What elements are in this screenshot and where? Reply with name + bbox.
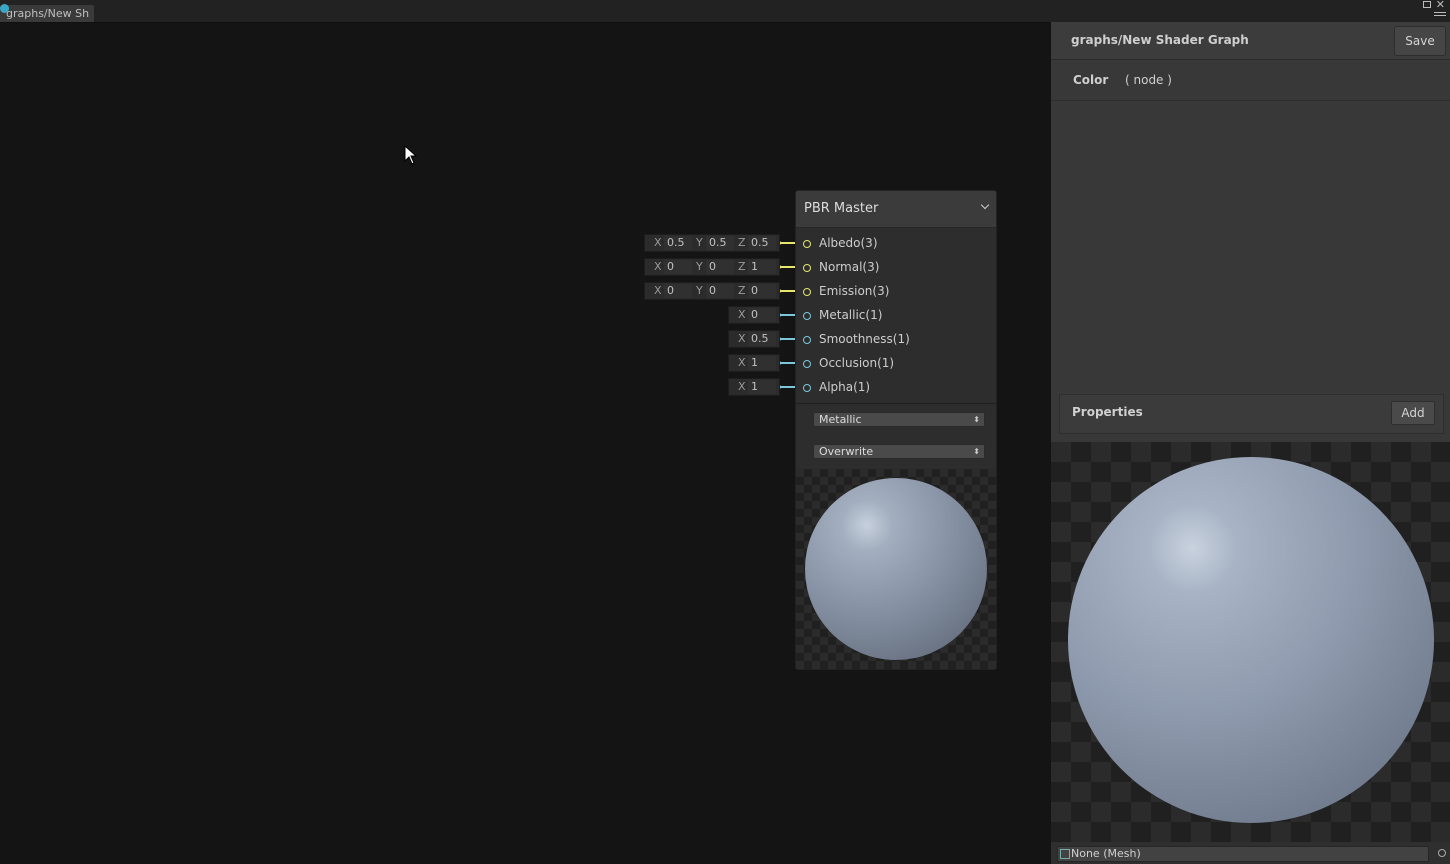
- graph-inspector: graphs/New Shader Graph Save Color ( nod…: [1051, 22, 1450, 864]
- port-label: Normal(3): [819, 260, 880, 274]
- selected-node-name: Color: [1073, 73, 1109, 87]
- mesh-icon: [1060, 849, 1070, 859]
- component-field[interactable]: Y 0.5: [696, 235, 734, 251]
- port-label: Emission(3): [819, 284, 890, 298]
- preview-sphere: [1068, 457, 1434, 823]
- node-header[interactable]: PBR Master: [796, 191, 996, 228]
- component-value[interactable]: 0: [748, 308, 776, 322]
- component-field[interactable]: X1: [738, 379, 776, 395]
- window-menu-icon[interactable]: [1434, 10, 1446, 20]
- component-value[interactable]: 1: [748, 356, 776, 370]
- dropdown-arrows-icon: ⬍: [973, 447, 980, 456]
- preview-mesh-field[interactable]: None (Mesh): [1057, 846, 1429, 862]
- properties-label: Properties: [1072, 405, 1143, 419]
- component-label: Y: [696, 284, 703, 297]
- port-connector[interactable]: [803, 360, 811, 368]
- port-label: Smoothness(1): [819, 332, 910, 346]
- add-property-button[interactable]: Add: [1391, 401, 1435, 425]
- component-label: X: [654, 260, 662, 273]
- port-default-value[interactable]: X0Y0Z1: [644, 258, 780, 276]
- component-field[interactable]: X 0.5: [654, 235, 692, 251]
- port-default-value[interactable]: X 0.5 Y 0.5 Z 0.5: [644, 234, 780, 252]
- chevron-down-icon[interactable]: [980, 200, 990, 210]
- inspector-header: graphs/New Shader Graph Save: [1051, 22, 1450, 60]
- component-value[interactable]: 1: [748, 260, 776, 274]
- save-button[interactable]: Save: [1394, 26, 1446, 56]
- component-value[interactable]: 0.5: [706, 236, 734, 250]
- component-field[interactable]: X0: [654, 283, 692, 299]
- dropdown-arrows-icon: ⬍: [973, 415, 980, 424]
- component-field[interactable]: X0: [654, 259, 692, 275]
- component-value[interactable]: 0: [664, 260, 692, 274]
- port-default-value[interactable]: X1: [728, 354, 780, 372]
- node-title: PBR Master: [804, 201, 879, 216]
- title-bar: graphs/New Sh ✕: [0, 0, 1450, 23]
- component-label: X: [738, 308, 746, 321]
- component-label: X: [738, 380, 746, 393]
- component-field[interactable]: Z1: [738, 259, 776, 275]
- component-label: Y: [696, 260, 703, 273]
- component-value[interactable]: 0.5: [748, 236, 776, 250]
- preview-sphere: [805, 478, 987, 660]
- component-field[interactable]: Y0: [696, 283, 734, 299]
- preview-mesh-bar: None (Mesh): [1051, 842, 1450, 864]
- component-value[interactable]: 0: [664, 284, 692, 298]
- component-label: X: [654, 236, 662, 249]
- workflow-dropdown-value: Metallic: [819, 413, 862, 426]
- port-label: Alpha(1): [819, 380, 871, 394]
- component-field[interactable]: Z0: [738, 283, 776, 299]
- component-label: X: [654, 284, 662, 297]
- component-value[interactable]: 0: [706, 284, 734, 298]
- graph-path-title: graphs/New Shader Graph: [1071, 33, 1249, 47]
- port-default-value[interactable]: X0: [728, 306, 780, 324]
- component-label: X: [738, 356, 746, 369]
- port-label: Albedo(3): [819, 236, 878, 250]
- component-label: Z: [738, 260, 746, 273]
- shader-graph-icon: [0, 4, 9, 13]
- port-connector[interactable]: [803, 240, 811, 248]
- component-label: Y: [696, 236, 703, 249]
- port-label: Metallic(1): [819, 308, 883, 322]
- component-value[interactable]: 0: [748, 284, 776, 298]
- component-field[interactable]: X1: [738, 355, 776, 371]
- port-connector[interactable]: [803, 288, 811, 296]
- master-preview[interactable]: [1051, 442, 1450, 842]
- selected-node-type: ( node ): [1125, 73, 1172, 87]
- component-label: X: [738, 332, 746, 345]
- pbr-master-node[interactable]: PBR Master Albedo(3) Normal(3) Emission(3)…: [795, 190, 997, 670]
- port-connector[interactable]: [803, 336, 811, 344]
- surface-dropdown-value: Overwrite: [819, 445, 874, 458]
- editor-tab[interactable]: graphs/New Sh: [0, 5, 95, 22]
- maximize-icon[interactable]: [1423, 1, 1431, 8]
- port-default-value[interactable]: X0Y0Z0: [644, 282, 780, 300]
- selection-row: Color ( node ): [1051, 60, 1450, 101]
- component-label: Z: [738, 284, 746, 297]
- component-value[interactable]: 0.5: [664, 236, 692, 250]
- component-value[interactable]: 1: [748, 380, 776, 394]
- port-connector[interactable]: [803, 264, 811, 272]
- tab-title: graphs/New Sh: [6, 7, 90, 20]
- node-preview: [796, 469, 996, 669]
- mesh-value: None (Mesh): [1071, 847, 1141, 860]
- component-label: Z: [738, 236, 746, 249]
- node-divider: [796, 403, 996, 404]
- properties-panel: Properties Add: [1059, 394, 1444, 434]
- port-connector[interactable]: [803, 312, 811, 320]
- port-connector[interactable]: [803, 384, 811, 392]
- mouse-cursor-icon: [404, 145, 418, 165]
- surface-dropdown[interactable]: Overwrite ⬍: [813, 444, 985, 459]
- component-field[interactable]: X0: [738, 307, 776, 323]
- workflow-dropdown[interactable]: Metallic ⬍: [813, 412, 985, 427]
- component-value[interactable]: 0.5: [748, 332, 776, 346]
- object-picker-icon[interactable]: [1438, 849, 1446, 857]
- component-value[interactable]: 0: [706, 260, 734, 274]
- component-field[interactable]: Y0: [696, 259, 734, 275]
- port-default-value[interactable]: X 0.5: [728, 330, 780, 348]
- port-default-value[interactable]: X1: [728, 378, 780, 396]
- component-field[interactable]: Z 0.5: [738, 235, 776, 251]
- port-label: Occlusion(1): [819, 356, 895, 370]
- component-field[interactable]: X 0.5: [738, 331, 776, 347]
